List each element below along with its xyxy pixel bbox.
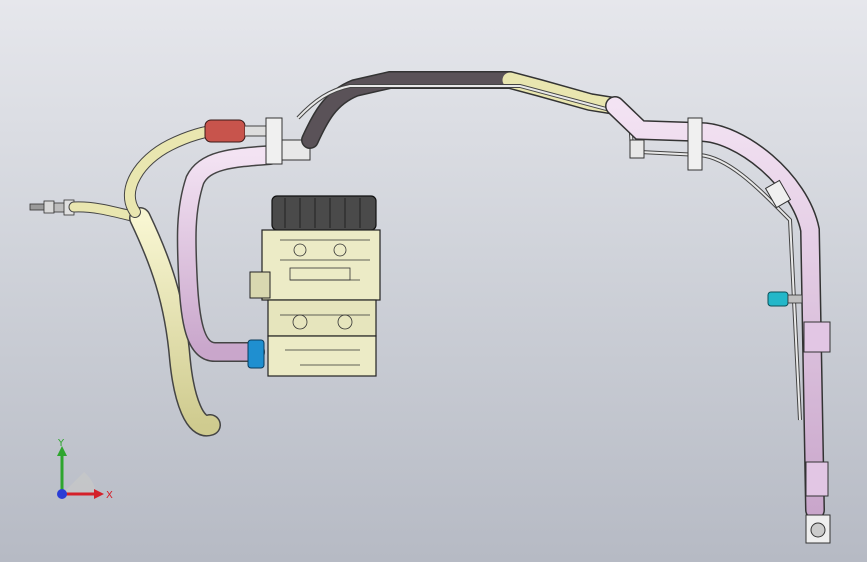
red-sleeve[interactable]	[204, 119, 246, 143]
coordinate-triad: Y X	[57, 438, 113, 501]
x-axis-label: X	[106, 490, 113, 501]
assembly-model[interactable]	[0, 0, 867, 562]
z-axis	[57, 489, 67, 499]
condenser-line[interactable]	[605, 96, 825, 520]
end-fitting-left[interactable]	[29, 199, 75, 216]
compressor-fitting-blue[interactable]	[247, 339, 265, 369]
pipe-sleeve[interactable]	[803, 321, 831, 353]
service-valve[interactable]	[767, 291, 803, 307]
end-fitting-bottom[interactable]	[805, 514, 831, 544]
y-axis-label: Y	[57, 438, 65, 449]
compressor[interactable]	[247, 195, 381, 377]
graphics-viewport[interactable]: Y X	[0, 0, 867, 562]
